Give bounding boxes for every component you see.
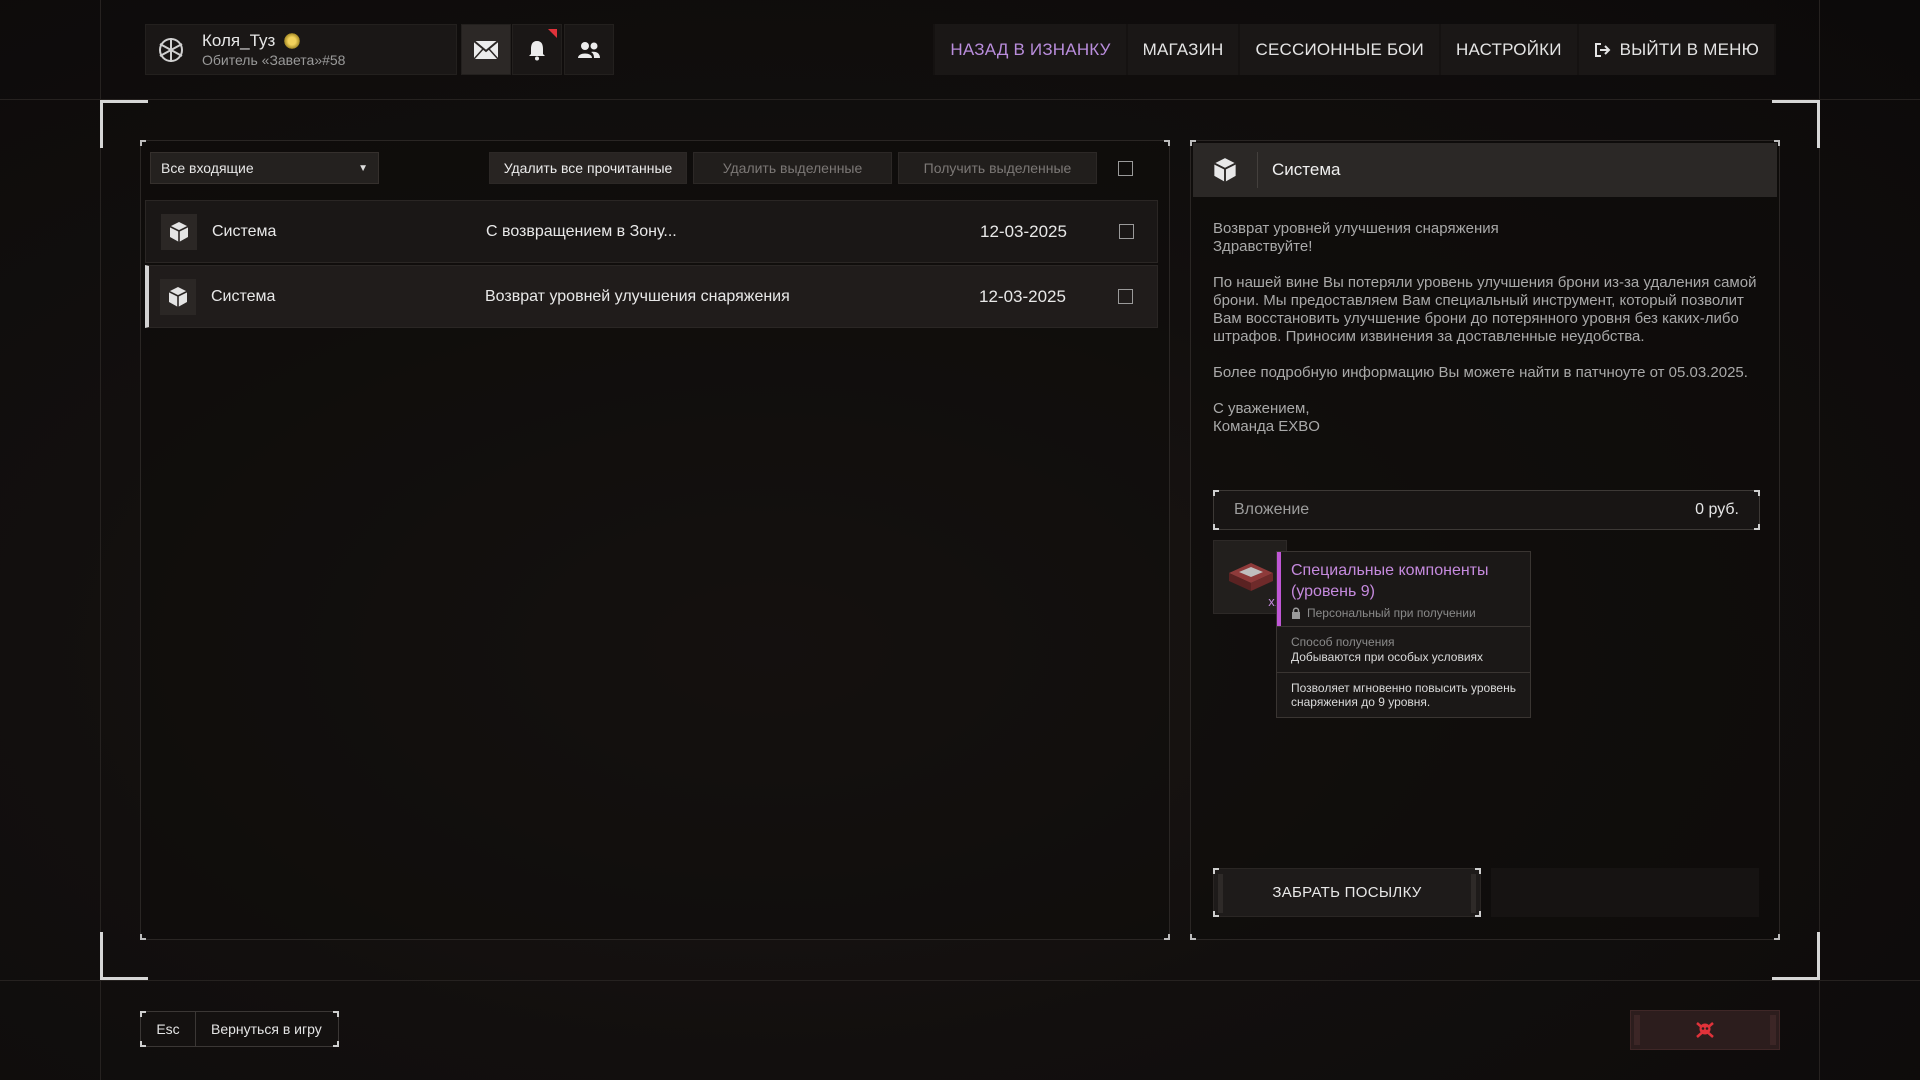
chevron-down-icon: ▼ [358,162,368,174]
mail-subject: Возврат уровней улучшения снаряжения [485,287,790,305]
nav-session-battles[interactable]: СЕССИОННЫЕ БОИ [1240,24,1439,75]
lock-icon [1292,607,1300,619]
message-paragraph: По нашей вине Вы потеряли уровень улучше… [1213,274,1757,345]
message-signoff: С уважением, [1213,400,1310,417]
nav-exit-label: ВЫЙТИ В МЕНЮ [1619,39,1759,59]
message-subject: Возврат уровней улучшения снаряжения [1213,220,1499,237]
return-to-game-label: Вернуться в игру [211,1021,322,1037]
esc-corner [140,1041,146,1047]
mail-sender: Система [211,287,276,305]
panel-corner [140,140,146,146]
esc-key-label: Esc [141,1012,196,1046]
attachment-price: 0 руб. [1695,501,1739,518]
attachment-bar: Вложение 0 руб. [1213,490,1760,530]
header-separator [1257,152,1258,188]
button-edge [1471,874,1476,913]
attach-corner [1754,524,1760,530]
system-box-icon [1193,157,1257,183]
item-personal: Персональный при получении [1307,606,1476,620]
mail-filter-select[interactable]: Все входящие ▼ [150,152,379,184]
mail-sender: Система [212,222,277,240]
friends-icon [578,41,600,58]
message-body: Возврат уровней улучшения снаряжения Здр… [1213,220,1758,454]
select-all-checkbox[interactable] [1118,161,1133,176]
delete-read-button[interactable]: Удалить все прочитанные [489,152,687,184]
rank-badge-icon [283,31,302,50]
button-edge [1634,1015,1640,1045]
btn-corner [1475,911,1481,917]
mail-button[interactable] [461,24,511,75]
mail-row-checkbox[interactable] [1118,289,1133,304]
notifications-button[interactable] [512,24,562,75]
attach-corner [1213,524,1219,530]
btn-corner [1213,911,1219,917]
btn-corner [1213,868,1219,874]
nav-settings[interactable]: НАСТРОЙКИ [1440,24,1577,75]
get-selected-button[interactable]: Получить выделенные [898,152,1097,184]
mail-row-selected[interactable]: Система Возврат уровней улучшения снаряж… [145,265,1158,328]
return-to-game-button[interactable]: Esc Вернуться в игру [140,1011,339,1047]
mail-date: 12-03-2025 [979,286,1066,306]
button-edge [1218,874,1223,913]
header-divider [0,99,1920,100]
player-group: Обитель «Завета»#58 [202,51,346,68]
profile-card[interactable]: Коля_Туз Обитель «Завета»#58 [145,24,457,75]
panel-corner [1164,934,1170,940]
esc-corner [333,1011,339,1017]
attachment-label: Вложение [1234,501,1310,518]
attach-corner [1213,490,1219,496]
player-name: Коля_Туз [202,30,276,50]
system-box-icon [160,278,196,315]
footer-divider [0,980,1920,981]
tooltip-header: Специальные компоненты (уровень 9) Персо… [1277,552,1530,626]
btn-corner [1475,868,1481,874]
panel-corner [1164,140,1170,146]
take-parcel-label: ЗАБРАТЬ ПОСЫЛКУ [1272,884,1422,901]
system-box-icon [161,213,197,250]
bell-icon [529,40,545,60]
item-description: Позволяет мгновенно повысить уровень сна… [1291,681,1516,709]
message-sender: Система [1272,160,1341,179]
tooltip-obtain-section: Способ получения Добываются при особых у… [1277,626,1530,672]
esc-corner [140,1011,146,1017]
mail-date: 12-03-2025 [980,221,1067,241]
exit-icon [1594,42,1611,57]
top-navigation: НАЗАД В ИЗНАНКУ МАГАЗИН СЕССИОННЫЕ БОИ Н… [933,24,1776,75]
mail-row[interactable]: Система С возвращением в Зону... 12-03-2… [145,200,1158,263]
nav-shop[interactable]: МАГАЗИН [1127,24,1239,75]
clan-emblem-icon [146,25,196,75]
mail-icon [473,39,499,60]
message-paragraph: Более подробную информацию Вы можете най… [1213,364,1748,381]
item-tooltip: Специальные компоненты (уровень 9) Персо… [1276,551,1531,718]
obtain-value: Добываются при особых условиях [1291,650,1484,664]
frame-line-right [1819,0,1820,1080]
mail-filter-value: Все входящие [161,160,254,176]
message-signature: Команда EXBO [1213,418,1320,435]
mail-subject: С возвращением в Зону... [486,222,677,240]
attach-corner [1754,490,1760,496]
panel-corner [1774,934,1780,940]
report-button[interactable] [1630,1010,1780,1050]
take-parcel-button[interactable]: ЗАБРАТЬ ПОСЫЛКУ [1213,868,1481,917]
skull-icon [1696,1022,1714,1038]
message-greeting: Здравствуйте! [1213,238,1313,255]
button-edge [1770,1015,1776,1045]
obtain-label: Способ получения [1291,635,1395,649]
secondary-action-placeholder [1491,868,1759,917]
mail-row-checkbox[interactable] [1119,224,1134,239]
frame-line-left [100,0,101,1080]
tooltip-description-section: Позволяет мгновенно повысить уровень сна… [1277,672,1530,717]
item-personal-row: Персональный при получении [1291,606,1520,620]
delete-selected-button[interactable]: Удалить выделенные [693,152,892,184]
notification-indicator [548,29,557,38]
message-header: Система [1193,143,1777,197]
esc-corner [333,1041,339,1047]
panel-corner [140,934,146,940]
panel-corner [1190,934,1196,940]
friends-button[interactable] [564,24,614,75]
item-name: Специальные компоненты (уровень 9) [1291,562,1489,600]
nav-back-to-inside[interactable]: НАЗАД В ИЗНАНКУ [935,24,1126,75]
nav-exit-to-menu[interactable]: ВЫЙТИ В МЕНЮ [1578,24,1774,75]
